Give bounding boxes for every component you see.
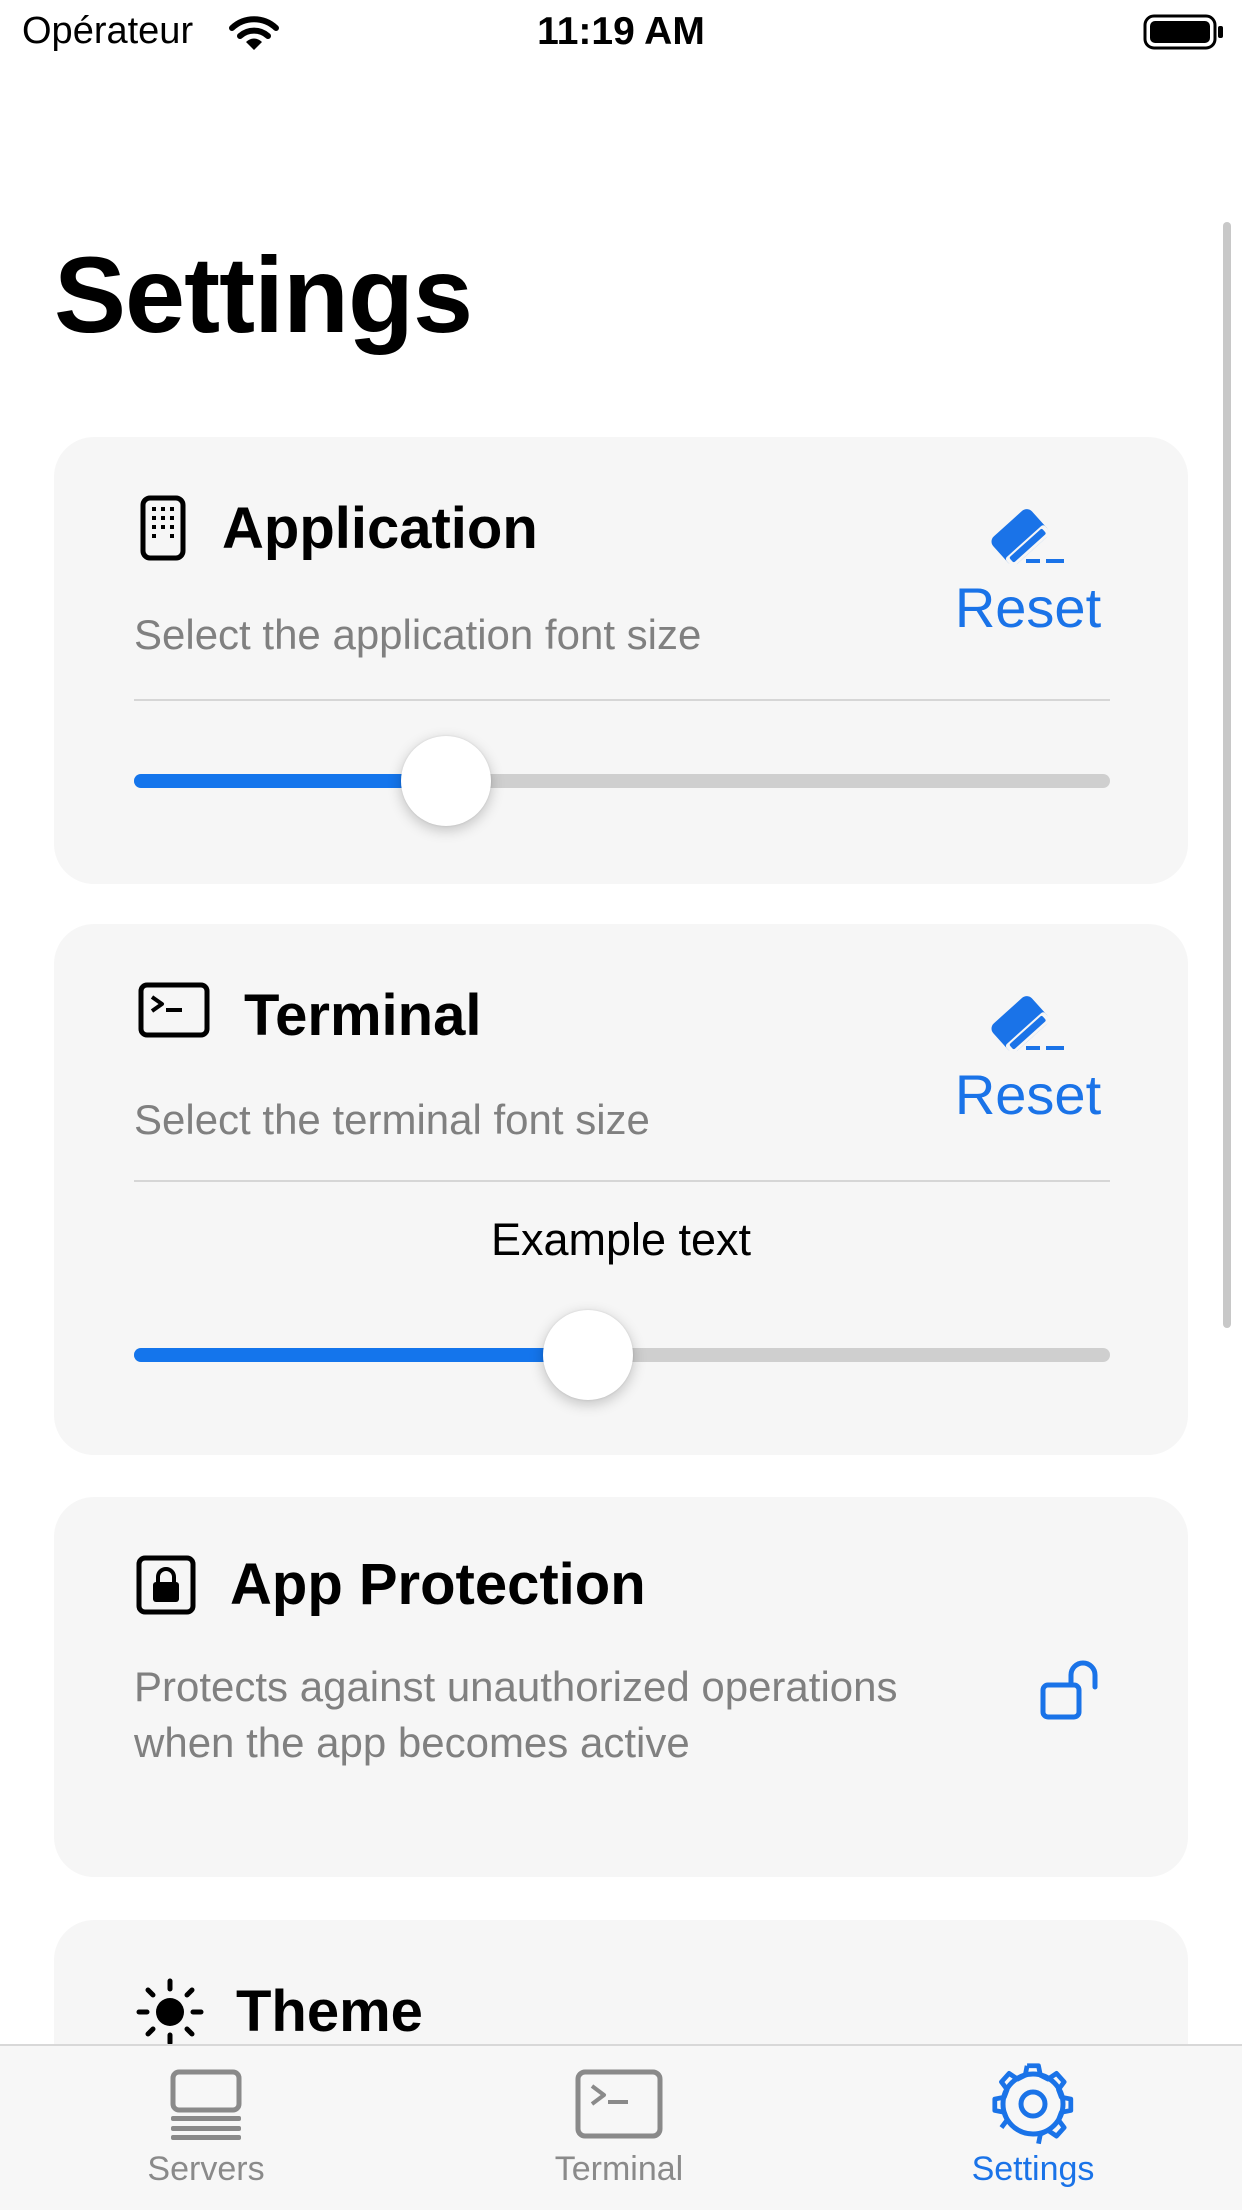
- status-time: 11:19 AM: [537, 10, 705, 53]
- application-title: Application: [222, 496, 538, 561]
- application-card: Application Select the application font …: [54, 437, 1188, 884]
- gear-icon: [992, 2063, 1074, 2145]
- servers-icon: [170, 2069, 242, 2140]
- app-protection-description: Protects against unauthorized operations…: [134, 1663, 898, 1766]
- tab-terminal-label: Terminal: [554, 2150, 684, 2188]
- terminal-icon: [575, 2069, 663, 2139]
- slider-fill: [134, 774, 447, 788]
- terminal-font-slider[interactable]: [134, 1310, 1110, 1400]
- terminal-reset-button[interactable]: Reset: [948, 994, 1108, 1134]
- terminal-title: Terminal: [244, 983, 482, 1048]
- tab-terminal[interactable]: Terminal: [469, 2068, 769, 2208]
- theme-title: Theme: [236, 1979, 423, 2044]
- terminal-icon: [138, 982, 210, 1038]
- terminal-description: Select the terminal font size: [134, 1096, 650, 1143]
- sun-icon: [136, 1978, 204, 2046]
- application-description: Select the application font size: [134, 611, 702, 658]
- tab-settings[interactable]: Settings: [883, 2063, 1183, 2208]
- app-protection-card: App Protection Protects against unauthor…: [54, 1497, 1188, 1877]
- slider-thumb[interactable]: [542, 1310, 633, 1400]
- lock-icon: [136, 1555, 196, 1615]
- terminal-reset-label: Reset: [954, 1063, 1102, 1126]
- phone-icon: [140, 495, 186, 561]
- status-bar: Opérateur 11:19 AM: [0, 0, 1242, 66]
- application-reset-label: Reset: [954, 576, 1102, 639]
- tab-servers[interactable]: Servers: [56, 2068, 356, 2208]
- slider-fill: [134, 1348, 588, 1362]
- terminal-card: Terminal Select the terminal font size R…: [54, 924, 1188, 1455]
- scroll-indicator[interactable]: [1223, 222, 1231, 1328]
- app-protection-title: App Protection: [230, 1552, 646, 1617]
- application-divider: [134, 699, 1110, 701]
- application-font-slider[interactable]: [134, 736, 1110, 826]
- tab-servers-label: Servers: [147, 2150, 265, 2188]
- tab-bar: Servers Terminal Settings: [0, 2044, 1242, 2210]
- tab-settings-label: Settings: [971, 2150, 1095, 2188]
- application-reset-button[interactable]: Reset: [948, 507, 1108, 647]
- terminal-divider: [134, 1180, 1110, 1182]
- unlock-icon[interactable]: [1039, 1657, 1109, 1723]
- page-title: Settings: [54, 234, 473, 355]
- eraser-icon: [991, 996, 1064, 1054]
- eraser-icon: [991, 509, 1064, 567]
- terminal-example-text: Example text: [490, 1214, 752, 1265]
- slider-thumb[interactable]: [401, 736, 492, 826]
- battery-icon: [1143, 14, 1223, 50]
